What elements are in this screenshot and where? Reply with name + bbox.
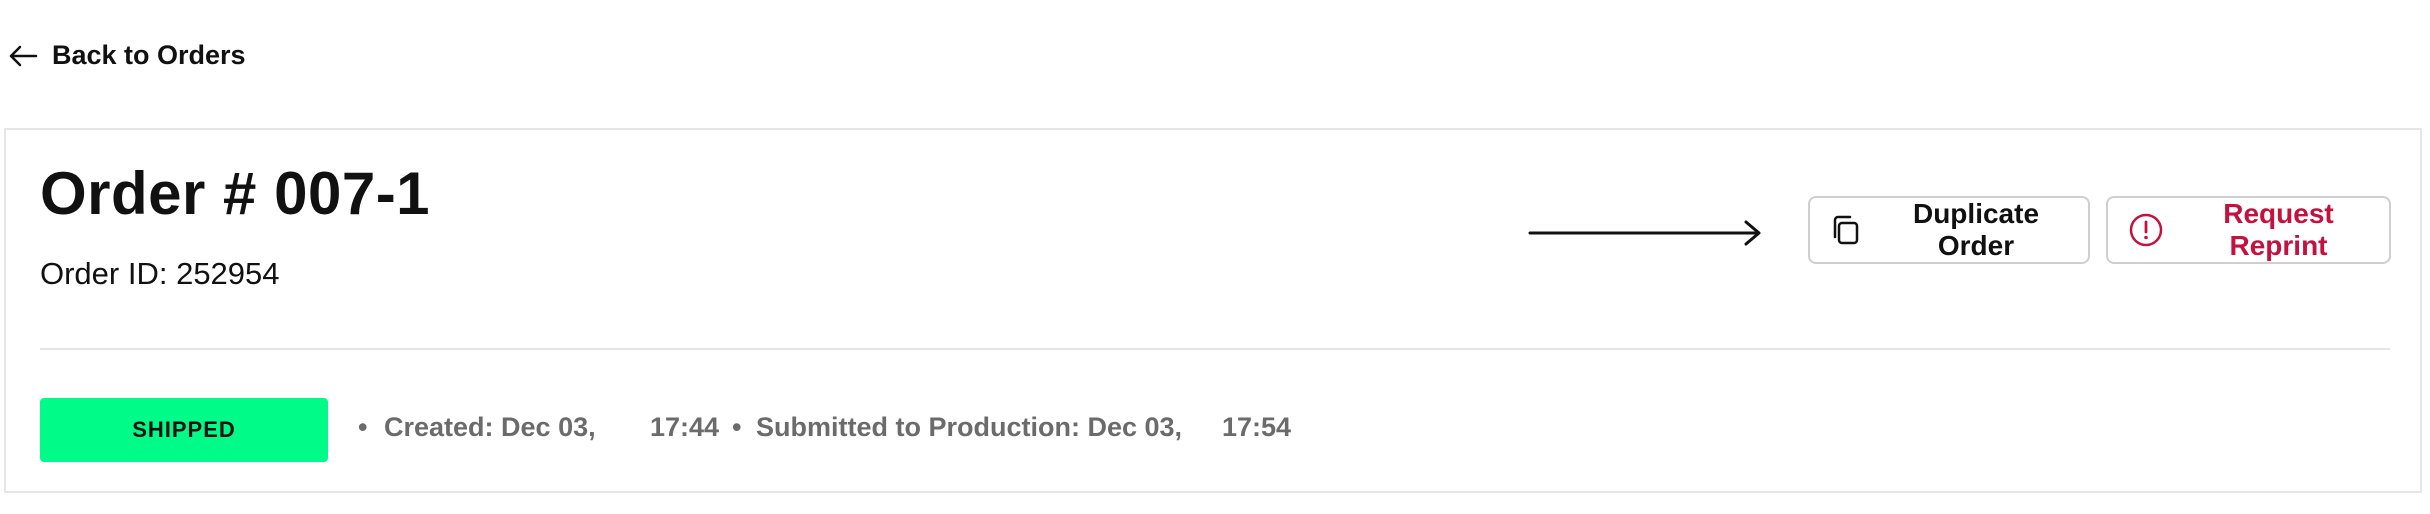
arrow-left-icon <box>8 44 38 68</box>
created-label: Created: Dec 03, <box>384 412 596 442</box>
order-title: Order # 007-1 <box>40 160 431 227</box>
back-to-orders-link[interactable]: Back to Orders <box>8 40 246 71</box>
alert-circle-icon <box>2128 212 2164 248</box>
order-id: Order ID: 252954 <box>40 256 280 291</box>
submitted-time: 17:54 <box>1222 412 1292 442</box>
submitted-label: Submitted to Production: Dec 03, <box>756 412 1183 442</box>
divider <box>40 348 2390 350</box>
order-header-card: Order # 007-1 Order ID: 252954 Duplicate… <box>4 128 2422 493</box>
bullet-separator: • <box>358 412 368 442</box>
back-to-orders-label: Back to Orders <box>52 40 246 70</box>
bullet-separator: • <box>732 412 742 442</box>
request-reprint-button[interactable]: Request Reprint <box>2106 196 2391 264</box>
request-reprint-label: Request Reprint <box>2223 198 2334 261</box>
status-badge: SHIPPED <box>40 398 328 462</box>
duplicate-order-label: Duplicate Order <box>1912 198 2040 261</box>
duplicate-order-button[interactable]: Duplicate Order <box>1808 196 2090 264</box>
created-time: 17:44 <box>650 412 720 442</box>
arrow-right-icon <box>1528 218 1764 253</box>
copy-icon <box>1830 214 1860 246</box>
